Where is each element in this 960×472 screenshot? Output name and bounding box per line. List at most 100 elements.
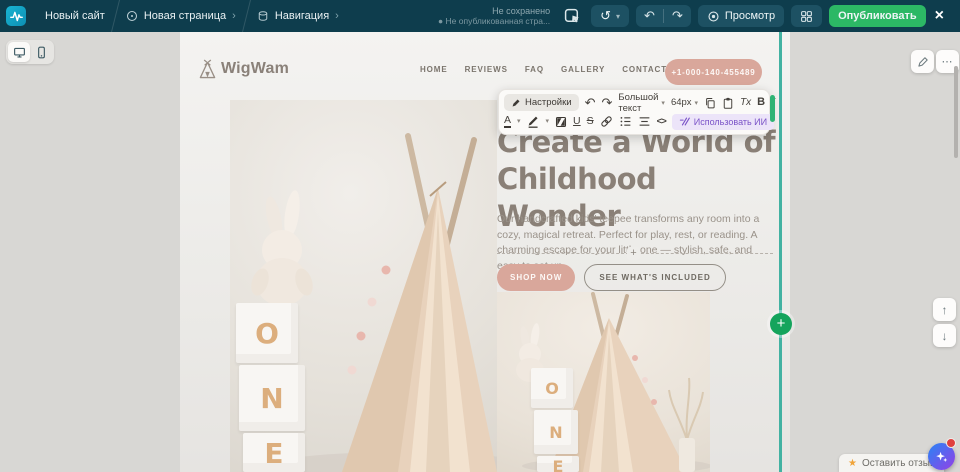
chevron-down-icon[interactable]: ▾ xyxy=(546,112,550,131)
top-bar-actions: Не сохранено ● Не опубликованная стра...… xyxy=(438,5,960,27)
plus-icon: + xyxy=(630,247,636,259)
status-dot-icon: ● xyxy=(438,16,443,26)
nav-faq[interactable]: FAQ xyxy=(525,65,544,74)
nav-home[interactable]: HOME xyxy=(420,65,448,74)
paste-style-button[interactable] xyxy=(722,97,734,109)
app-root: Новый сайт Новая страница › Навигация › … xyxy=(0,0,960,472)
move-block-up-button[interactable]: ↑ xyxy=(933,298,956,321)
chevron-down-icon[interactable]: ▾ xyxy=(517,112,521,131)
text-style-value: Большой текст xyxy=(618,92,658,114)
marker-icon xyxy=(527,115,540,128)
mobile-view-button[interactable] xyxy=(30,42,52,62)
add-element-button[interactable]: + xyxy=(627,247,640,260)
redo-button[interactable]: ↷ xyxy=(602,93,613,112)
site-logo[interactable]: WigWam xyxy=(198,58,289,80)
pencil-icon xyxy=(511,98,521,108)
star-icon: ★ xyxy=(848,458,857,469)
toolbar-row-2: A ▾ ▾ U S <> Использовать ИИ xyxy=(504,112,764,131)
shop-now-button[interactable]: SHOP NOW xyxy=(497,264,575,291)
copy-style-button[interactable] xyxy=(704,97,716,109)
paste-icon xyxy=(722,97,734,109)
publish-label: Опубликовать xyxy=(838,10,917,22)
apps-grid-icon xyxy=(800,10,813,23)
text-color-button[interactable]: A xyxy=(504,115,511,128)
nav-gallery[interactable]: GALLERY xyxy=(561,65,605,74)
chevron-down-icon: ▾ xyxy=(695,99,699,107)
copy-icon xyxy=(704,97,716,109)
phone-button[interactable]: +1-000-140-455489 xyxy=(665,59,762,85)
toolbar-row-1: Настройки ↶ ↷ Большой текст ▾ 64px ▾ Tx … xyxy=(504,93,764,112)
eye-icon xyxy=(707,10,720,23)
settings-button[interactable]: Настройки xyxy=(504,94,579,111)
plush-bunny-illustration xyxy=(248,189,316,306)
apps-button[interactable] xyxy=(791,5,822,27)
contrast-square-icon xyxy=(555,116,567,128)
add-block-button[interactable]: + xyxy=(770,313,792,335)
device-toggle xyxy=(6,40,54,64)
underline-button[interactable]: U xyxy=(573,112,581,131)
text-edit-toolbar: Настройки ↶ ↷ Большой текст ▾ 64px ▾ Tx … xyxy=(498,89,770,135)
code-button[interactable]: <> xyxy=(657,112,666,131)
align-button[interactable] xyxy=(638,115,651,128)
builder-logo[interactable] xyxy=(6,6,26,26)
close-button[interactable]: × xyxy=(933,7,950,25)
select-mode-button[interactable] xyxy=(561,5,584,27)
arrow-down-icon: ↓ xyxy=(942,329,948,343)
use-ai-button[interactable]: Использовать ИИ xyxy=(672,114,774,130)
hero-photo-right[interactable]: O N E xyxy=(497,292,710,472)
scrollbar-thumb[interactable] xyxy=(954,66,958,158)
use-ai-label: Использовать ИИ xyxy=(694,117,767,127)
ordered-list-button[interactable] xyxy=(619,115,632,128)
history-button[interactable]: ↺ ▾ xyxy=(591,5,629,27)
letter-cube: E xyxy=(537,456,579,472)
contrast-button[interactable] xyxy=(555,116,567,128)
chevron-right-icon: › xyxy=(335,10,339,22)
feedback-label: Оставить отзыв xyxy=(862,458,935,469)
preview-button[interactable]: Просмотр xyxy=(698,5,784,27)
site-header: WigWam HOME REVIEWS FAQ GALLERY CONTACTS… xyxy=(180,56,790,88)
pulse-logo-icon xyxy=(10,10,23,23)
letter-cube: O xyxy=(531,368,573,408)
bold-button[interactable]: B xyxy=(757,93,765,112)
preview-label: Просмотр xyxy=(725,10,775,22)
breadcrumb-site[interactable]: Новый сайт xyxy=(35,10,115,22)
close-icon: × xyxy=(935,7,944,24)
letter-cube: O xyxy=(236,303,298,363)
desktop-view-button[interactable] xyxy=(8,42,30,62)
undo-button[interactable]: ↶ xyxy=(585,93,596,112)
top-bar: Новый сайт Новая страница › Навигация › … xyxy=(0,0,960,32)
page-icon xyxy=(126,10,138,22)
chevron-down-icon: ▾ xyxy=(616,12,620,21)
teepee-illustration-small xyxy=(497,292,710,472)
undo-button[interactable]: ↶ xyxy=(636,5,663,27)
text-style-dropdown[interactable]: Большой текст ▾ xyxy=(618,92,665,114)
site-name-label: Новый сайт xyxy=(45,10,105,22)
font-size-dropdown[interactable]: 64px ▾ xyxy=(671,97,698,108)
site-logo-text: WigWam xyxy=(221,60,289,78)
link-icon xyxy=(600,115,613,128)
clear-format-button[interactable]: Tx xyxy=(740,93,751,112)
block-name-label: Навигация xyxy=(275,10,329,22)
breadcrumb-block[interactable]: Навигация › xyxy=(247,10,349,22)
edit-block-button[interactable] xyxy=(911,50,934,73)
hero-photo-left[interactable]: O N E xyxy=(230,100,497,472)
link-button[interactable] xyxy=(600,115,613,128)
block-selection-edge xyxy=(779,32,782,472)
publish-status-label: ● Не опубликованная стра... xyxy=(438,16,550,26)
publish-button[interactable]: Опубликовать xyxy=(829,5,926,27)
redo-button[interactable]: ↷ xyxy=(664,5,691,27)
hero-cta-row: SHOP NOW SEE WHAT'S INCLUDED xyxy=(497,264,726,291)
highlight-color-button[interactable] xyxy=(527,115,540,128)
cursor-box-icon xyxy=(564,8,581,25)
phone-icon xyxy=(35,46,48,59)
nav-reviews[interactable]: REVIEWS xyxy=(465,65,508,74)
settings-label: Настройки xyxy=(525,97,572,108)
breadcrumb: Новый сайт Новая страница › Навигация › xyxy=(0,0,349,32)
breadcrumb-page[interactable]: Новая страница › xyxy=(116,10,246,22)
strikethrough-button[interactable]: S xyxy=(587,112,594,131)
history-icon: ↺ xyxy=(600,8,611,24)
whats-included-button[interactable]: SEE WHAT'S INCLUDED xyxy=(584,264,725,291)
font-size-value: 64px xyxy=(671,97,692,108)
text-block-handle[interactable] xyxy=(770,95,775,122)
move-block-down-button[interactable]: ↓ xyxy=(933,324,956,347)
